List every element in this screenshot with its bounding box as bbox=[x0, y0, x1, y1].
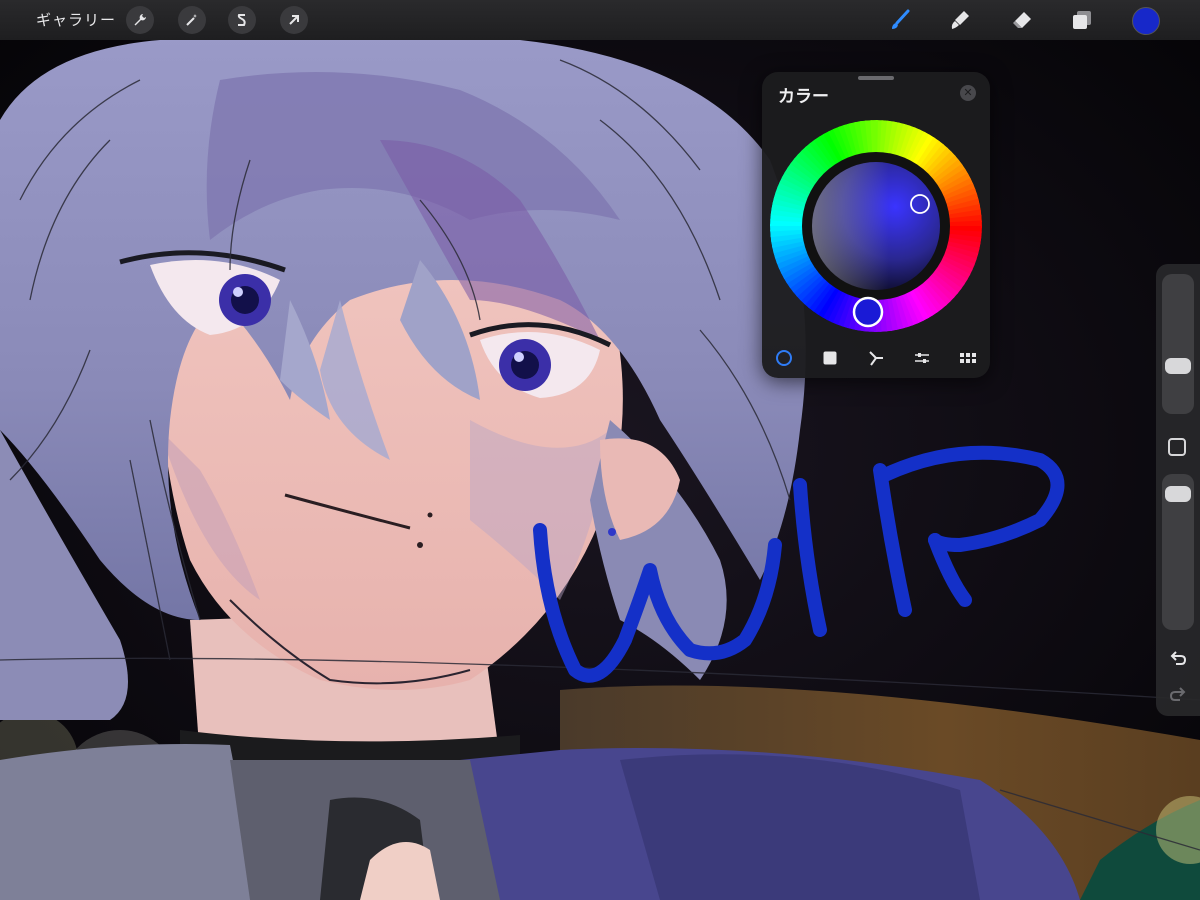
color-disc[interactable] bbox=[770, 120, 982, 332]
brush-size-slider[interactable] bbox=[1162, 274, 1194, 414]
grid-icon bbox=[960, 353, 976, 363]
sidebar bbox=[1156, 264, 1200, 716]
tab-harmony[interactable] bbox=[864, 346, 888, 370]
smudge-icon bbox=[951, 11, 969, 29]
layers-button[interactable] bbox=[1068, 6, 1096, 34]
undo-arrow-icon bbox=[1170, 651, 1187, 665]
adjustments-button[interactable] bbox=[178, 6, 206, 34]
tab-classic[interactable] bbox=[818, 346, 842, 370]
drawing-canvas[interactable] bbox=[0, 0, 1200, 900]
eraser-tool-button[interactable] bbox=[1008, 6, 1036, 34]
selection-button[interactable] bbox=[228, 6, 256, 34]
current-color-swatch[interactable] bbox=[1132, 7, 1160, 35]
panel-title: カラー bbox=[778, 87, 829, 107]
redo-arrow-icon bbox=[1169, 687, 1186, 701]
tab-value[interactable] bbox=[910, 346, 934, 370]
selection-s-icon bbox=[237, 14, 246, 26]
brush-size-thumb[interactable] bbox=[1165, 358, 1191, 375]
paintbrush-icon bbox=[892, 9, 910, 29]
harmony-icon bbox=[869, 351, 883, 366]
color-mode-tabs bbox=[762, 346, 990, 370]
tab-disc[interactable] bbox=[772, 346, 796, 370]
top-toolbar: ギャラリー bbox=[0, 0, 1200, 40]
gallery-button[interactable]: ギャラリー bbox=[36, 9, 116, 30]
opacity-slider[interactable] bbox=[1162, 474, 1194, 630]
smudge-tool-button[interactable] bbox=[946, 6, 974, 34]
undo-button[interactable] bbox=[1166, 646, 1190, 670]
arrow-cursor-icon bbox=[289, 15, 299, 25]
hue-picker[interactable] bbox=[852, 296, 884, 328]
magic-wand-icon bbox=[186, 14, 197, 26]
circle-icon bbox=[776, 350, 792, 366]
wrench-icon bbox=[134, 14, 146, 26]
square-icon bbox=[823, 351, 837, 365]
transform-button[interactable] bbox=[280, 6, 308, 34]
square-outline-icon[interactable] bbox=[1168, 438, 1186, 456]
panel-drag-handle[interactable] bbox=[858, 76, 894, 80]
layers-icon bbox=[1073, 11, 1091, 29]
redo-button[interactable] bbox=[1166, 682, 1190, 706]
tab-palettes[interactable] bbox=[956, 346, 980, 370]
close-icon[interactable]: ✕ bbox=[960, 85, 976, 101]
color-panel: カラー ✕ bbox=[762, 72, 990, 378]
sliders-icon bbox=[915, 353, 929, 363]
opacity-thumb[interactable] bbox=[1165, 486, 1191, 503]
brush-tool-button[interactable] bbox=[886, 6, 914, 34]
eraser-icon bbox=[1013, 12, 1031, 28]
actions-button[interactable] bbox=[126, 6, 154, 34]
